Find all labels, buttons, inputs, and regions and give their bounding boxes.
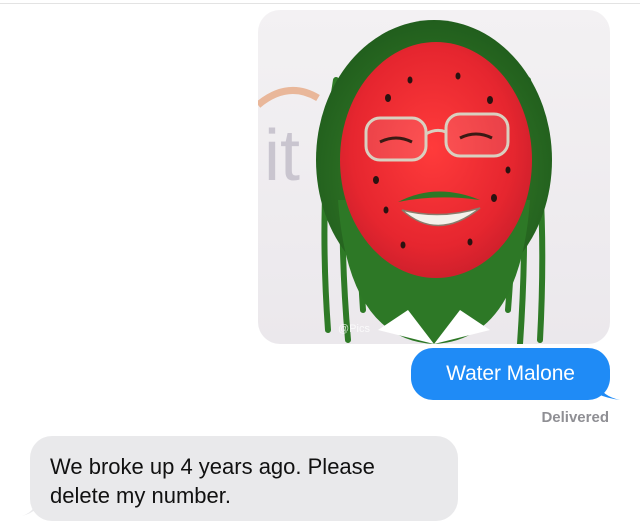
delivery-status: Delivered: [541, 409, 609, 426]
sent-message-bubble[interactable]: Water Malone: [411, 348, 610, 400]
image-message[interactable]: it @Pics: [258, 10, 610, 344]
received-message-text: We broke up 4 years ago. Please delete m…: [50, 454, 375, 508]
watermelon-face-photo: it @Pics: [258, 20, 552, 344]
svg-text:it: it: [264, 116, 300, 196]
sent-message-text: Water Malone: [446, 362, 575, 385]
top-divider: [0, 3, 640, 4]
received-bubble-tail: [22, 498, 44, 516]
svg-text:@Pics: @Pics: [338, 323, 370, 335]
received-message-bubble[interactable]: We broke up 4 years ago. Please delete m…: [30, 436, 458, 521]
sent-bubble-tail: [598, 384, 620, 400]
